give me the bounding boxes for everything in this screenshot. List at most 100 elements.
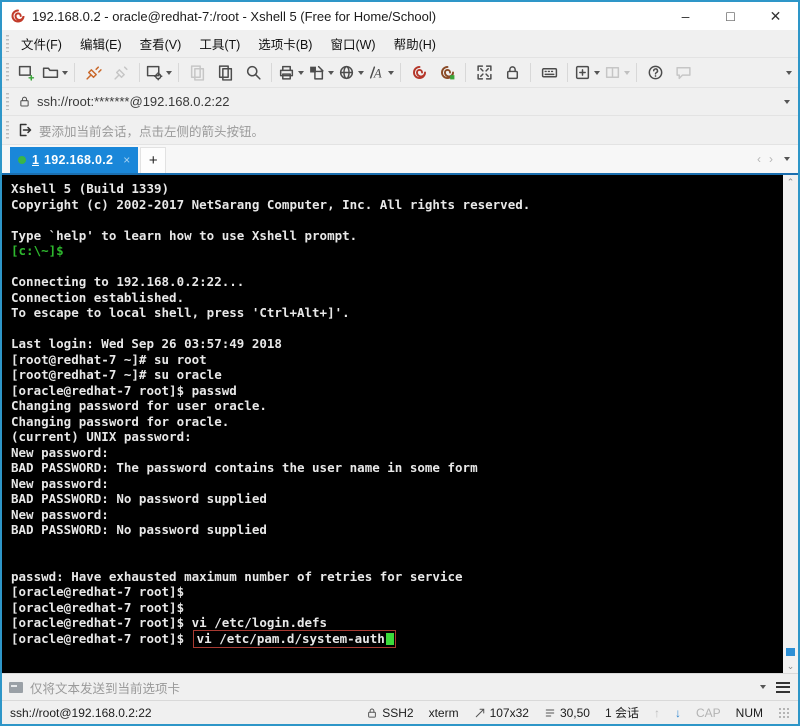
tab-close-icon[interactable]: × xyxy=(123,153,130,167)
toolbar-grip[interactable] xyxy=(6,63,9,82)
address-bar[interactable]: ssh://root:*******@192.168.0.2:22 xyxy=(2,87,798,115)
terminal-line: New password: xyxy=(11,475,109,491)
layout-icon xyxy=(605,66,620,79)
minimize-button[interactable]: – xyxy=(663,2,708,30)
terminal-output[interactable]: Xshell 5 (Build 1339) Copyright (c) 2002-… xyxy=(2,175,783,673)
open-folder-icon xyxy=(42,67,59,79)
toolbar-separator xyxy=(567,63,568,82)
terminal-line: [root@redhat-7 ~]# su oracle xyxy=(11,367,222,382)
status-size-label: 107x32 xyxy=(489,705,529,720)
help-button[interactable] xyxy=(641,61,669,85)
terminal-line: (current) UNIX password: xyxy=(11,429,192,444)
tab-192-168-0-2[interactable]: 1 192.168.0.2 × xyxy=(10,147,139,173)
scroll-bottom-indicator[interactable] xyxy=(786,648,795,656)
open-web-button[interactable] xyxy=(336,61,366,85)
session-properties-button[interactable] xyxy=(144,61,174,85)
add-session-arrow-icon[interactable] xyxy=(17,122,33,138)
menu-window[interactable]: 窗口(W) xyxy=(321,30,384,57)
disconnect-icon xyxy=(113,66,128,80)
open-web-caret[interactable] xyxy=(358,70,364,75)
terminal-scrollbar[interactable]: ⌃ ⌄ xyxy=(783,175,798,673)
menu-tab[interactable]: 选项卡(B) xyxy=(249,30,321,57)
font-caret[interactable] xyxy=(388,70,394,75)
xshell-app-icon xyxy=(11,9,25,23)
xshell-launcher-button[interactable] xyxy=(405,61,433,85)
address-dropdown-caret[interactable] xyxy=(784,99,790,104)
terminal-area: Xshell 5 (Build 1339) Copyright (c) 2002-… xyxy=(2,175,798,673)
terminal-line: Last login: Wed Sep 26 03:57:49 2018 xyxy=(11,336,282,351)
title-bar: 192.168.0.2 - oracle@redhat-7:/root - Xs… xyxy=(2,2,798,30)
tab-scroll-right-icon[interactable]: › xyxy=(769,152,773,166)
new-session-button[interactable] xyxy=(12,61,40,85)
scrollbar-down-icon[interactable]: ⌄ xyxy=(787,659,795,673)
menubar-grip[interactable] xyxy=(6,35,9,52)
xftp-launcher-button[interactable] xyxy=(433,61,461,85)
quickbar-grip[interactable] xyxy=(6,121,9,139)
layout-caret[interactable] xyxy=(624,70,630,75)
terminal-line: Connection established. xyxy=(11,289,185,305)
fullscreen-button[interactable] xyxy=(470,61,498,85)
session-properties-caret[interactable] xyxy=(166,70,172,75)
color-scheme-button[interactable] xyxy=(306,61,336,85)
terminal-line: [oracle@redhat-7 root]$ passwd xyxy=(11,382,237,398)
status-download-arrow-icon[interactable]: ↓ xyxy=(675,706,681,720)
quick-add-bar: 要添加当前会话，点击左侧的箭头按钮。 xyxy=(2,115,798,144)
menu-edit[interactable]: 编辑(E) xyxy=(71,30,131,57)
find-button[interactable] xyxy=(239,61,267,85)
addressbar-grip[interactable] xyxy=(6,93,9,110)
window-resize-grip[interactable] xyxy=(778,706,790,719)
terminal-cursor xyxy=(385,632,394,645)
print-button[interactable] xyxy=(276,61,306,85)
send-mode-caret[interactable] xyxy=(760,685,766,689)
reconnect-icon xyxy=(85,66,102,80)
new-window-button[interactable] xyxy=(572,61,602,85)
send-target-icon[interactable] xyxy=(9,681,23,693)
fullscreen-icon xyxy=(476,65,492,80)
print-caret[interactable] xyxy=(298,70,304,75)
font-button[interactable]: A xyxy=(366,61,396,85)
tab-scroll-left-icon[interactable]: ‹ xyxy=(757,152,761,166)
svg-text:A: A xyxy=(373,66,382,80)
toolbar-separator xyxy=(400,63,401,82)
feedback-bubble-icon xyxy=(675,66,691,80)
menu-file[interactable]: 文件(F) xyxy=(12,30,71,57)
new-tab-button[interactable]: + xyxy=(140,147,167,173)
status-bar: ssh://root@192.168.0.2:22 SSH2 xterm 107… xyxy=(2,700,798,724)
open-session-caret[interactable] xyxy=(62,70,68,75)
xshell-window: 192.168.0.2 - oracle@redhat-7:/root - Xs… xyxy=(0,0,800,726)
new-window-caret[interactable] xyxy=(594,70,600,75)
layout-button[interactable] xyxy=(602,61,632,85)
window-title: 192.168.0.2 - oracle@redhat-7:/root - Xs… xyxy=(32,8,437,24)
menu-view[interactable]: 查看(V) xyxy=(131,30,191,57)
session-properties-icon xyxy=(146,65,163,81)
menu-help[interactable]: 帮助(H) xyxy=(385,30,445,57)
status-caps-lock: CAP xyxy=(695,705,721,720)
toolbar-overflow-caret[interactable] xyxy=(786,70,792,75)
lock-icon xyxy=(506,66,518,80)
address-url[interactable]: ssh://root:*******@192.168.0.2:22 xyxy=(37,94,229,109)
tab-list-caret[interactable] xyxy=(784,157,790,161)
paste-button[interactable] xyxy=(211,61,239,85)
maximize-button[interactable]: □ xyxy=(708,2,753,30)
status-connection-url: ssh://root@192.168.0.2:22 xyxy=(10,705,152,720)
scrollbar-up-icon[interactable]: ⌃ xyxy=(787,175,795,189)
close-button[interactable]: ✕ xyxy=(753,2,798,30)
color-scheme-caret[interactable] xyxy=(328,70,334,75)
status-protocol-label: SSH2 xyxy=(382,705,414,720)
lock-screen-button[interactable] xyxy=(498,61,526,85)
terminal-line: [c:\~]$ xyxy=(11,243,64,258)
virtual-keyboard-button[interactable] xyxy=(535,61,563,85)
send-menu-icon[interactable] xyxy=(776,681,790,693)
open-session-button[interactable] xyxy=(40,61,70,85)
feedback-button[interactable] xyxy=(669,61,697,85)
toolbar-separator xyxy=(139,63,140,82)
color-scheme-icon xyxy=(310,65,324,80)
disconnect-button[interactable] xyxy=(107,61,135,85)
reconnect-button[interactable] xyxy=(79,61,107,85)
send-text-hint[interactable]: 仅将文本发送到当前选项卡 xyxy=(30,678,180,697)
menu-tools[interactable]: 工具(T) xyxy=(190,30,249,57)
copy-button[interactable] xyxy=(183,61,211,85)
status-upload-arrow-icon[interactable]: ↑ xyxy=(654,706,660,720)
quick-add-hint: 要添加当前会话，点击左侧的箭头按钮。 xyxy=(39,124,265,139)
menu-bar: 文件(F) 编辑(E) 查看(V) 工具(T) 选项卡(B) 窗口(W) 帮助(… xyxy=(2,30,798,57)
